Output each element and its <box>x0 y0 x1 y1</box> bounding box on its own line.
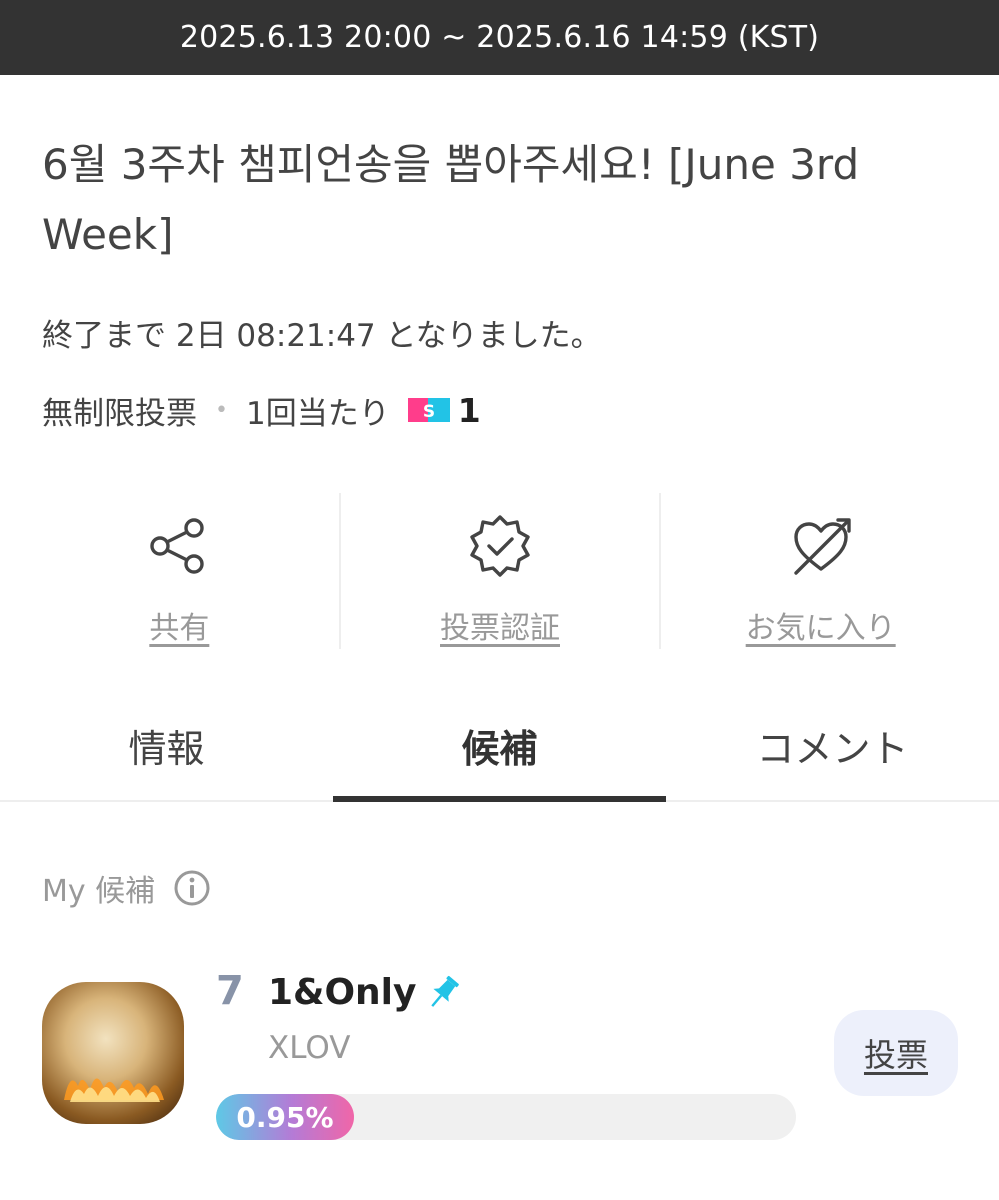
pin-icon <box>431 975 459 1007</box>
point-cost: 1 <box>457 390 481 430</box>
separator-dot: • <box>215 397 228 423</box>
candidate-artist: XLOV <box>268 1030 351 1066</box>
tab-comments[interactable]: コメント <box>666 690 999 800</box>
countdown-text: 終了まで 2日 08:21:47 となりました。 <box>42 318 602 354</box>
tab-candidates[interactable]: 候補 <box>333 690 666 802</box>
my-candidates-label: My 候補 <box>42 874 156 909</box>
favorite-label: お気に入り <box>745 611 896 646</box>
share-label: 共有 <box>149 611 210 646</box>
my-candidates-heading: My 候補 <box>42 864 211 912</box>
vote-certificate-button[interactable]: 投票認証 <box>338 493 660 649</box>
vote-certificate-label: 投票認証 <box>440 611 560 646</box>
vote-type: 無制限投票 <box>42 395 197 432</box>
per-vote-label: 1回当たり <box>245 395 390 432</box>
vote-period-banner: 2025.6.13 20:00 ~ 2025.6.16 14:59 (KST) <box>0 0 999 75</box>
verified-badge-icon <box>470 515 530 577</box>
share-button[interactable]: 共有 <box>20 493 339 649</box>
svg-text:S: S <box>423 402 435 422</box>
album-cover-image <box>42 982 184 1124</box>
tab-bar: 情報 候補 コメント <box>0 690 999 802</box>
vote-share-percent: 0.95% <box>236 1100 334 1134</box>
candidate-row: 7 1&Only XLOV 0.95% 投票 <box>42 960 962 1160</box>
candidate-rank: 7 <box>216 968 244 1014</box>
candidate-song-title: 1&Only <box>268 972 417 1013</box>
vote-period-text: 2025.6.13 20:00 ~ 2025.6.16 14:59 (KST) <box>179 20 820 55</box>
vote-rule: 無制限投票 • 1回当たり S 1 <box>42 384 481 436</box>
heart-arrow-icon <box>793 518 851 575</box>
info-icon[interactable] <box>173 869 211 907</box>
tab-info[interactable]: 情報 <box>0 690 333 800</box>
favorite-button[interactable]: お気に入り <box>659 493 980 649</box>
vote-share-fill: 0.95% <box>216 1094 354 1140</box>
vote-title: 6월 3주차 챔피언송을 뽑아주세요! [June 3rd Week] <box>42 140 860 259</box>
share-icon <box>150 518 205 574</box>
action-bar: 共有 投票認証 お気に入り <box>20 493 980 649</box>
vote-button[interactable]: 投票 <box>834 1010 958 1096</box>
vote-share-progress-bar: 0.95% <box>216 1094 796 1140</box>
point-ticket-icon: S <box>407 398 450 422</box>
album-cover-art <box>60 1066 170 1106</box>
